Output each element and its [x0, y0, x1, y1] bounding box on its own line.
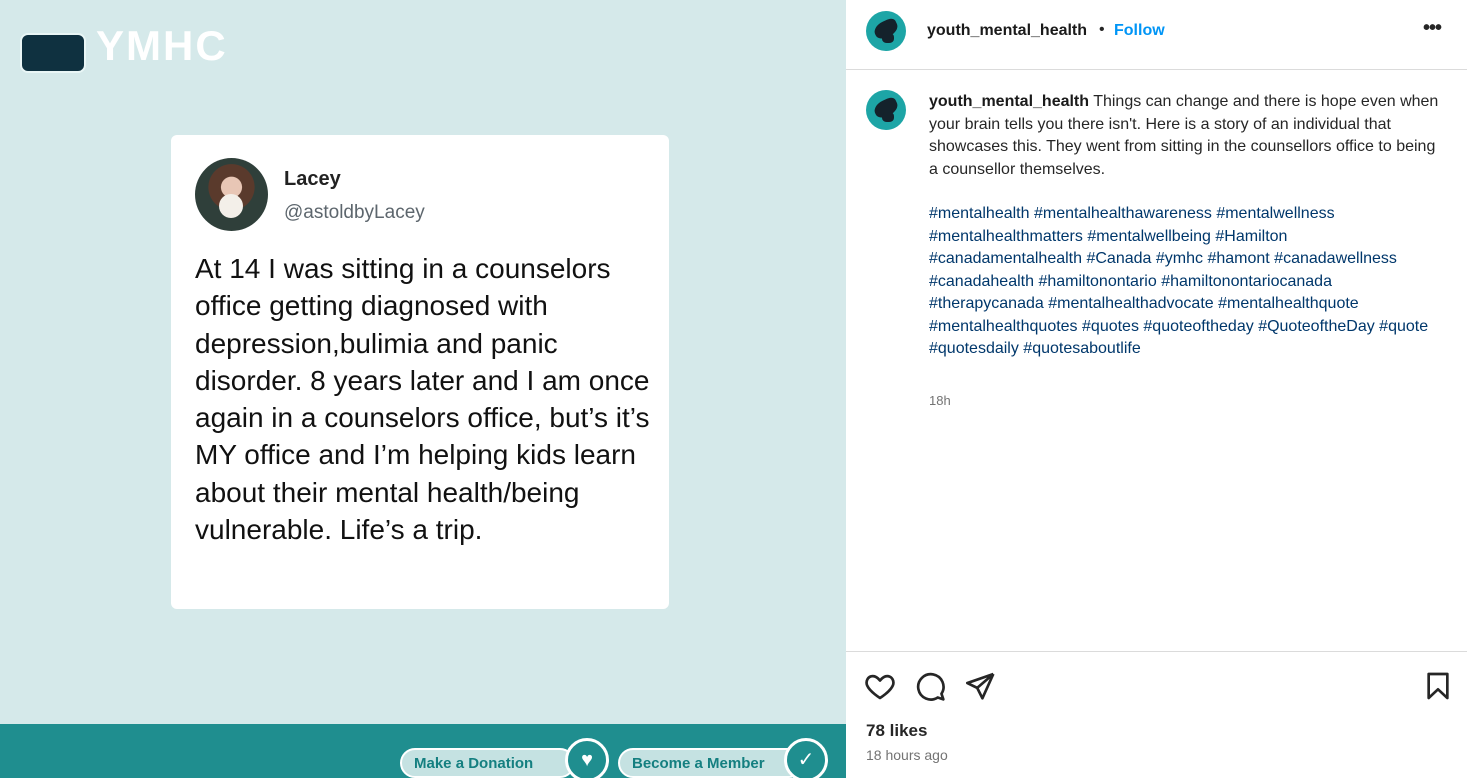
hashtag-link[interactable]: #mentalwellness: [1216, 205, 1334, 222]
header-separator: •: [1099, 21, 1105, 38]
hashtag-link[interactable]: #mentalhealthquotes: [929, 318, 1078, 335]
hashtag-link[interactable]: #Hamilton: [1215, 228, 1287, 245]
likes-count[interactable]: 78 likes: [866, 721, 927, 741]
tweet-card: Lacey @astoldbyLacey At 14 I was sitting…: [171, 135, 669, 609]
tweet-avatar: [195, 158, 268, 231]
caption-section: youth_mental_health Things can change an…: [846, 70, 1467, 652]
post-timestamp[interactable]: 18 hours ago: [866, 747, 948, 763]
banner-title: YMHC: [96, 22, 228, 69]
tweet-text: At 14 I was sitting in a counselors offi…: [195, 253, 650, 546]
action-bar: 78 likes 18 hours ago: [846, 651, 1467, 778]
become-member-pill: Become a Member: [618, 748, 804, 778]
hashtag-link[interactable]: #quotesaboutlife: [1023, 340, 1140, 357]
verified-check-icon: ✓: [784, 738, 828, 778]
more-options-icon[interactable]: •••: [1423, 17, 1442, 40]
hashtag-link[interactable]: #mentalwellbeing: [1087, 228, 1211, 245]
post-header: youth_mental_health • Follow •••: [846, 0, 1467, 70]
follow-button[interactable]: Follow: [1114, 22, 1165, 40]
hashtag-link[interactable]: #Canada: [1086, 250, 1151, 267]
heart-hand-icon: ♥: [565, 738, 609, 778]
post-image[interactable]: Lacey @astoldbyLacey At 14 I was sitting…: [0, 0, 846, 778]
hashtag-list: #mentalhealth #mentalhealthawareness #me…: [929, 203, 1439, 361]
hashtag-link[interactable]: #ymhc: [1156, 250, 1203, 267]
hashtag-link[interactable]: #hamiltonontariocanada: [1161, 273, 1332, 290]
header-username[interactable]: youth_mental_health: [927, 22, 1087, 40]
caption-avatar[interactable]: [866, 90, 906, 130]
tweet-author-handle: @astoldbyLacey: [284, 202, 425, 223]
caption-username[interactable]: youth_mental_health: [929, 93, 1089, 110]
hashtag-link[interactable]: #mentalhealthquote: [1218, 295, 1359, 312]
heart-icon[interactable]: [864, 670, 896, 702]
caption-time[interactable]: 18h: [929, 393, 951, 408]
hashtag-link[interactable]: #canadahealth: [929, 273, 1034, 290]
hashtag-link[interactable]: #QuoteoftheDay: [1258, 318, 1375, 335]
hashtag-link[interactable]: #mentalhealthawareness: [1034, 205, 1212, 222]
caption-text: youth_mental_health Things can change an…: [929, 91, 1439, 181]
account-avatar[interactable]: [866, 11, 906, 51]
hashtag-link[interactable]: #mentalhealthmatters: [929, 228, 1083, 245]
hashtag-link[interactable]: #therapycanada: [929, 295, 1044, 312]
hashtag-link[interactable]: #quote: [1379, 318, 1428, 335]
hashtag-link[interactable]: #quotesdaily: [929, 340, 1019, 357]
hashtag-link[interactable]: #canadamentalhealth: [929, 250, 1082, 267]
hashtag-link[interactable]: #quotes: [1082, 318, 1139, 335]
hashtag-link[interactable]: #mentalhealthadvocate: [1048, 295, 1213, 312]
hashtag-link[interactable]: #mentalhealth: [929, 205, 1030, 222]
hashtag-link[interactable]: #quoteoftheday: [1143, 318, 1253, 335]
hashtag-link[interactable]: #hamont: [1207, 250, 1269, 267]
hashtag-link[interactable]: #canadawellness: [1274, 250, 1397, 267]
hashtag-link[interactable]: #hamiltonontario: [1038, 273, 1156, 290]
ymhc-logo: [20, 33, 86, 73]
bookmark-icon[interactable]: [1422, 670, 1454, 702]
tweet-author-name: Lacey: [284, 168, 341, 190]
make-donation-pill: Make a Donation: [400, 748, 575, 778]
share-icon[interactable]: [964, 670, 996, 702]
post-side-panel: youth_mental_health • Follow ••• youth_m…: [846, 0, 1467, 778]
comment-icon[interactable]: [914, 670, 946, 702]
